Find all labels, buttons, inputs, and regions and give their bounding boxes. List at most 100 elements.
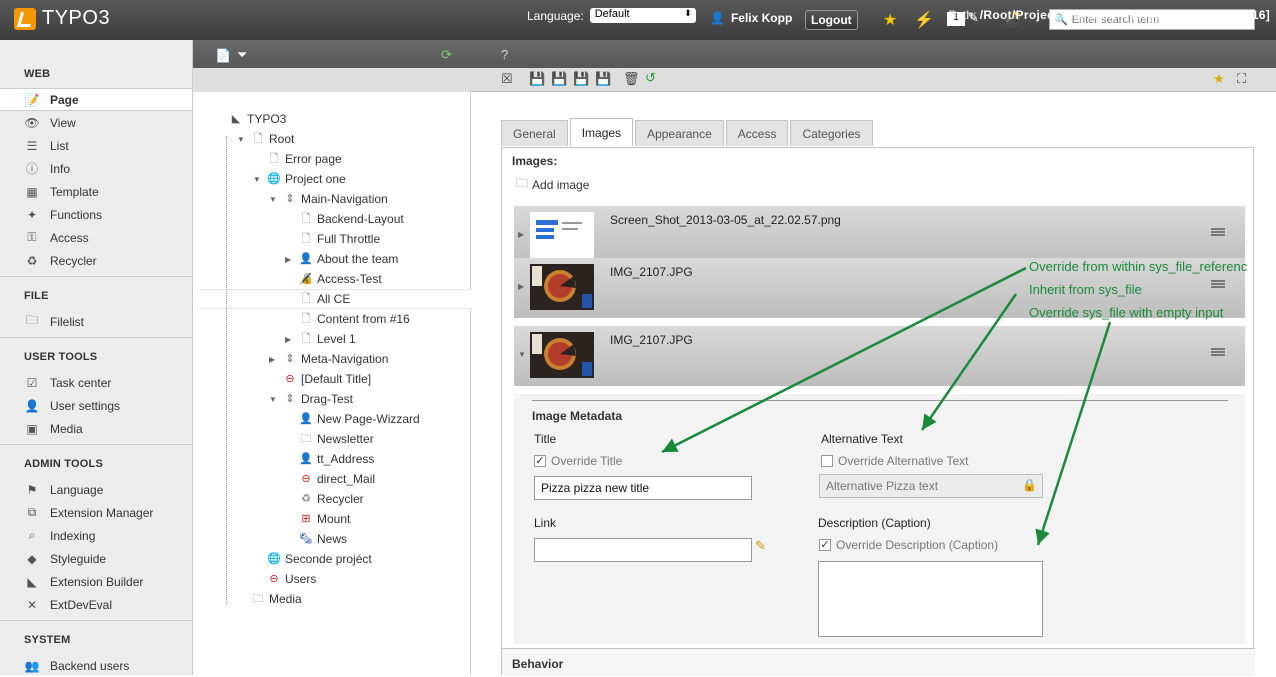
folder-icon[interactable]: 🗀 — [251, 592, 265, 606]
user-icon[interactable]: 👤 — [299, 452, 313, 466]
tree-node-label[interactable]: Users — [285, 572, 316, 586]
menu-icon[interactable]: ⇕ — [283, 392, 297, 406]
tree-node-label[interactable]: Media — [269, 592, 302, 606]
tree-node[interactable]: ⊞ Mount — [285, 509, 350, 529]
delete-icon[interactable]: 🗑 — [623, 71, 640, 87]
save-icon[interactable]: 💾 — [529, 71, 545, 87]
module-item-filelist[interactable]: 🗀 Filelist — [0, 310, 192, 333]
tree-node-label[interactable]: tt_Address — [317, 452, 374, 466]
tree-node[interactable]: 🔏 Access-Test — [285, 269, 382, 289]
module-item-template[interactable]: ▦ Template — [0, 180, 192, 203]
override-title-checkbox[interactable]: ✓ Override Title — [534, 454, 622, 468]
page-icon[interactable]: 🗋 — [299, 332, 313, 346]
star-icon[interactable]: ★ — [883, 10, 897, 30]
page-icon[interactable]: 🗋 — [299, 232, 313, 246]
tree-node[interactable]: 🗋 All CE — [199, 289, 471, 309]
description-textarea[interactable] — [818, 561, 1043, 637]
page-hidden-icon[interactable]: ⊖ — [299, 472, 313, 486]
image-relation-1[interactable]: ▶ Screen_Shot_2013-03-05_at_22.02.57.png — [514, 206, 1245, 266]
user-menu[interactable]: 👤 Felix Kopp — [710, 11, 792, 25]
override-description-checkbox[interactable]: ✓ Override Description (Caption) — [819, 538, 998, 552]
tree-node-label[interactable]: Content from #16 — [317, 312, 410, 326]
module-item-media[interactable]: ▣ Media — [0, 417, 192, 440]
checkbox-unchecked-icon[interactable] — [821, 455, 833, 467]
typo3-logo[interactable]: TYPO3 — [14, 7, 110, 30]
override-alt-checkbox[interactable]: Override Alternative Text — [821, 454, 969, 468]
mount-icon[interactable]: ⊞ — [299, 512, 313, 526]
refresh-icon[interactable]: ⟳ — [441, 47, 452, 63]
globe-icon[interactable]: 🌐 — [267, 172, 281, 186]
tree-node[interactable]: ▼ 🌐 Project one — [253, 169, 346, 189]
page-icon[interactable]: 🗋 — [251, 132, 265, 146]
title-input[interactable] — [534, 476, 752, 500]
collapse-icon[interactable]: ▼ — [518, 350, 526, 359]
drag-handle-icon[interactable] — [1211, 280, 1225, 288]
page-icon[interactable]: 🗋 — [267, 152, 281, 166]
shortcut-icon[interactable]: ★ — [1213, 71, 1225, 87]
module-item-user-settings[interactable]: 👤 User settings — [0, 394, 192, 417]
tree-node-label[interactable]: New Page-Wizzard — [317, 412, 420, 426]
globe-icon[interactable]: 🌐 — [267, 552, 281, 566]
tree-node[interactable]: ▶ 🗋 Level 1 — [285, 329, 356, 349]
link-input[interactable] — [534, 538, 752, 562]
tree-node-label[interactable]: TYPO3 — [247, 112, 286, 126]
tree-node[interactable]: ▶ ⇕ Meta-Navigation — [269, 349, 388, 369]
tree-node[interactable]: ⊖ [Default Title] — [269, 369, 371, 389]
close-icon[interactable]: ☒ — [501, 71, 513, 87]
image-relation-3[interactable]: ▼ IMG_2107.JPG — [514, 326, 1245, 386]
typo3-icon[interactable]: ◣ — [229, 112, 243, 126]
tree-node-label[interactable]: Seconde projéct — [285, 552, 372, 566]
menu-icon[interactable]: ⇕ — [283, 192, 297, 206]
expand-icon[interactable]: ▶ — [285, 255, 295, 264]
tree-node-label[interactable]: Main-Navigation — [301, 192, 388, 206]
tree-node[interactable]: ◣ TYPO3 — [215, 109, 287, 129]
collapse-icon[interactable]: ▼ — [269, 395, 279, 404]
tree-node[interactable]: 🗞 News — [285, 529, 347, 549]
user-icon[interactable]: 👤 — [299, 252, 313, 266]
tree-node[interactable]: 🗋 Full Throttle — [285, 229, 381, 249]
tree-node[interactable]: ⊖ Users — [253, 569, 316, 589]
tree-node[interactable]: ▼ ⇕ Main-Navigation — [269, 189, 388, 209]
module-item-view[interactable]: 👁 View — [0, 111, 192, 134]
tree-node-label[interactable]: Full Throttle — [317, 232, 380, 246]
tree-node-label[interactable]: News — [317, 532, 347, 546]
page-icon[interactable]: 🗋 — [299, 312, 313, 326]
tab-appearance[interactable]: Appearance — [635, 120, 724, 146]
module-item-access[interactable]: ⚿ Access — [0, 226, 192, 249]
module-item-recycler[interactable]: ♻ Recycler — [0, 249, 192, 272]
tab-categories[interactable]: Categories — [790, 120, 873, 146]
drag-handle-icon[interactable] — [1211, 228, 1225, 236]
tree-node[interactable]: 🗀 Media — [237, 589, 302, 609]
page-icon[interactable]: 🗋 — [299, 212, 313, 226]
tree-node-label[interactable]: All CE — [317, 292, 350, 306]
expand-icon[interactable]: ▶ — [269, 355, 279, 364]
checkbox-checked-icon[interactable]: ✓ — [534, 455, 546, 467]
tree-node[interactable]: ⊖ direct_Mail — [285, 469, 375, 489]
tree-node[interactable]: ▼ 🗋 Root — [237, 129, 294, 149]
tree-node-label[interactable]: Root — [269, 132, 294, 146]
tree-node-label[interactable]: direct_Mail — [317, 472, 375, 486]
fullscreen-icon[interactable]: ⛶ — [1237, 71, 1246, 87]
page-hidden-icon[interactable]: ⊖ — [267, 572, 281, 586]
module-item-page[interactable]: 📝 Page — [0, 88, 192, 111]
lightning-icon[interactable]: ⚡ — [914, 10, 934, 30]
undo-icon[interactable]: ↺ — [645, 70, 656, 86]
collapse-icon[interactable]: ▼ — [237, 135, 247, 144]
module-item-functions[interactable]: ✦ Functions — [0, 203, 192, 226]
tree-node[interactable]: 👤 tt_Address — [285, 449, 374, 469]
help-icon[interactable]: ? — [501, 47, 508, 62]
tab-access[interactable]: Access — [725, 120, 789, 146]
tree-node-label[interactable]: Backend-Layout — [317, 212, 404, 226]
tree-node[interactable]: ▶ 👤 About the team — [285, 249, 398, 269]
module-item-extension-builder[interactable]: ◣ Extension Builder — [0, 570, 192, 593]
tree-node-label[interactable]: Recycler — [317, 492, 364, 506]
menu-icon[interactable]: ⇕ — [283, 352, 297, 366]
new-page-icon[interactable]: 📄 — [215, 48, 231, 64]
module-item-language[interactable]: ⚑ Language — [0, 478, 192, 501]
recycler-icon[interactable]: ♻ — [299, 492, 313, 506]
link-wizard-icon[interactable]: ✎ — [755, 538, 766, 554]
tree-node[interactable]: ♻ Recycler — [285, 489, 364, 509]
tree-node[interactable]: 🌐 Seconde projéct — [253, 549, 372, 569]
tree-node-label[interactable]: About the team — [317, 252, 398, 266]
folder-icon[interactable]: 🗀 — [299, 432, 313, 446]
